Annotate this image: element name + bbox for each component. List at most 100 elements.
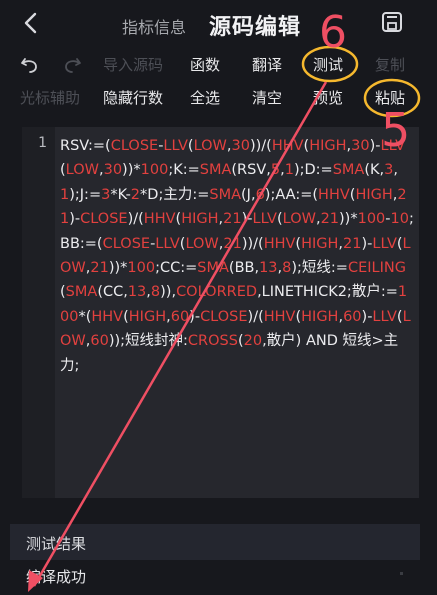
code-keyword: LOW — [282, 211, 316, 228]
code-editor[interactable]: 1 RSV:=(CLOSE-LLV(LOW,30))/(HHV(HIGH,30)… — [22, 127, 419, 498]
code-keyword: 13 — [127, 284, 147, 301]
code-token: (RSV, — [231, 162, 271, 179]
code-keyword: 5 — [270, 162, 281, 179]
code-keyword: 8 — [282, 260, 292, 277]
code-keyword: 21 — [320, 211, 340, 228]
code-token: ))* — [122, 162, 141, 179]
code-keyword: HIGH — [355, 186, 393, 203]
code-keyword: LLV — [380, 138, 405, 154]
code-token: )- — [369, 138, 381, 154]
code-keyword: HHV — [318, 186, 350, 203]
code-token: )- — [69, 211, 81, 228]
code-keyword: HHV — [263, 308, 296, 325]
code-token: *D;主力:= — [140, 186, 210, 203]
code-keyword: 100 — [127, 260, 156, 277]
code-token: );短 — [291, 260, 317, 277]
functions-button[interactable]: 函数 — [190, 54, 220, 75]
preview-button[interactable]: 预览 — [313, 87, 343, 108]
code-keyword: 21 — [223, 211, 242, 228]
test-results-header[interactable]: 测试结果 — [10, 524, 420, 560]
code-keyword: 21 — [343, 235, 362, 252]
code-keyword: SMA — [65, 284, 98, 301]
code-token: *K- — [110, 186, 131, 203]
code-keyword: 8 — [150, 284, 161, 301]
paste-button[interactable]: 粘贴 — [375, 87, 405, 108]
code-token: 封神: — [154, 333, 188, 350]
code-keyword: LLV — [252, 211, 277, 228]
clear-button[interactable]: 清空 — [252, 87, 282, 108]
translate-button[interactable]: 翻译 — [252, 54, 282, 75]
code-keyword: 3 — [384, 162, 394, 179]
header-bar: 指标信息 源码编辑 — [0, 0, 437, 46]
code-keyword: CLOSE — [110, 138, 159, 154]
code-keyword: 30 — [231, 138, 250, 154]
code-text[interactable]: RSV:=(CLOSE-LLV(LOW,30))/(HHV(HIGH,30)-L… — [60, 134, 414, 378]
code-token: (K, — [364, 162, 385, 179]
code-token: );D:= — [293, 162, 333, 179]
code-keyword: 10 — [390, 211, 409, 228]
code-keyword: LOW — [185, 235, 219, 252]
test-results-title: 测试结果 — [26, 535, 87, 553]
cursor-assist-button[interactable]: 光标辅助 — [20, 87, 80, 108]
code-token: ))/( — [249, 138, 272, 154]
code-keyword: SMA — [199, 162, 232, 179]
code-token: (CC, — [97, 284, 128, 301]
code-token: ,LIN — [257, 284, 285, 301]
copy-button[interactable]: 复制 — [375, 54, 405, 75]
code-keyword: 21 — [223, 235, 242, 252]
code-keyword: LLV — [372, 235, 397, 252]
code-keyword: 2 — [130, 186, 141, 203]
toolbar-row-2: 光标辅助 隐藏行数 全选 清空 预览 粘贴 — [0, 83, 437, 113]
code-token: ))* — [108, 260, 128, 277]
code-keyword: HIGH — [181, 211, 219, 228]
indicator-info-tab[interactable]: 指标信息 — [122, 14, 186, 38]
code-keyword: 3 — [101, 186, 111, 203]
select-all-button[interactable]: 全选 — [190, 87, 220, 108]
code-token: ;CC:= — [155, 260, 198, 277]
back-arrow-icon[interactable] — [20, 11, 44, 35]
code-keyword: HIGH — [301, 235, 339, 252]
code-keyword: CLOSE — [80, 211, 128, 228]
code-token: 线:= — [316, 260, 348, 277]
hide-line-numbers-button[interactable]: 隐藏行数 — [103, 87, 163, 108]
code-token: ));短线 — [108, 333, 155, 350]
code-keyword: 60 — [343, 308, 362, 325]
code-token: )- — [361, 308, 373, 325]
code-keyword: 100 — [357, 211, 386, 228]
code-keyword: 21 — [90, 260, 109, 277]
code-token: )/( — [127, 211, 144, 228]
test-button[interactable]: 测试 — [313, 54, 343, 75]
code-keyword: LLV — [155, 235, 180, 252]
code-keyword: CROSS — [187, 333, 238, 350]
code-keyword: 1 — [284, 162, 294, 179]
compile-status-message: 编译成功 — [26, 568, 87, 586]
code-keyword: HHV — [91, 308, 124, 325]
code-keyword: HHV — [143, 211, 176, 228]
code-keyword: LLV — [372, 308, 397, 325]
code-keyword: 6 — [255, 186, 265, 203]
code-keyword: 60 — [170, 308, 190, 325]
line-gutter: 1 — [22, 127, 55, 498]
code-keyword: HIGH — [301, 308, 339, 325]
code-keyword: 13 — [259, 260, 278, 277]
import-source-button[interactable]: 导入源码 — [103, 54, 163, 75]
code-keyword: LOW — [193, 138, 227, 154]
code-token: ))* — [339, 211, 358, 228]
save-icon[interactable] — [381, 11, 403, 33]
redo-icon[interactable] — [62, 55, 82, 75]
code-keyword: SMA — [197, 260, 229, 277]
code-keyword: 30 — [103, 162, 123, 179]
code-keyword: SMA — [332, 162, 365, 179]
code-keyword: 20 — [243, 333, 263, 350]
code-keyword: CLOSE — [102, 235, 151, 252]
code-keyword: HIGH — [128, 308, 167, 325]
undo-icon[interactable] — [20, 55, 40, 75]
toolbar-row-1: 导入源码 函数 翻译 测试 复制 — [0, 50, 437, 80]
scroll-handle[interactable] — [400, 572, 403, 575]
code-keyword: 30 — [351, 138, 370, 154]
code-keyword: HIGH — [309, 138, 347, 154]
code-token: *( — [78, 308, 92, 325]
code-token: , — [393, 162, 398, 179]
code-token: ETHICK2;散户:= — [284, 284, 398, 301]
code-keyword: CLOSE — [200, 308, 248, 325]
